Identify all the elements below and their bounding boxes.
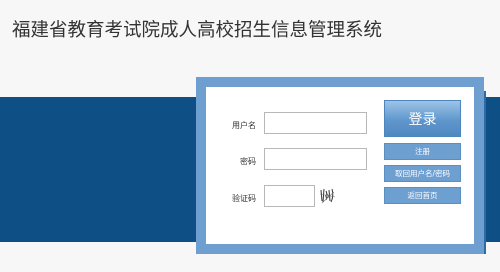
return-home-button[interactable]: 返回首页 (384, 187, 461, 204)
captcha-input[interactable] (264, 185, 315, 207)
login-button[interactable]: 登录 (384, 100, 461, 137)
username-label: 用户名 (232, 121, 256, 130)
register-button[interactable]: 注册 (384, 143, 461, 160)
password-label: 密码 (240, 157, 256, 166)
password-input[interactable] (264, 148, 367, 170)
header: 福建省教育考试院成人高校招生信息管理系统 (0, 0, 500, 86)
captcha-image[interactable] (319, 186, 336, 206)
page-title: 福建省教育考试院成人高校招生信息管理系统 (12, 20, 383, 41)
recover-credentials-button[interactable]: 取回用户名/密码 (384, 165, 461, 182)
username-input[interactable] (264, 112, 367, 134)
captcha-label: 验证码 (232, 194, 256, 203)
